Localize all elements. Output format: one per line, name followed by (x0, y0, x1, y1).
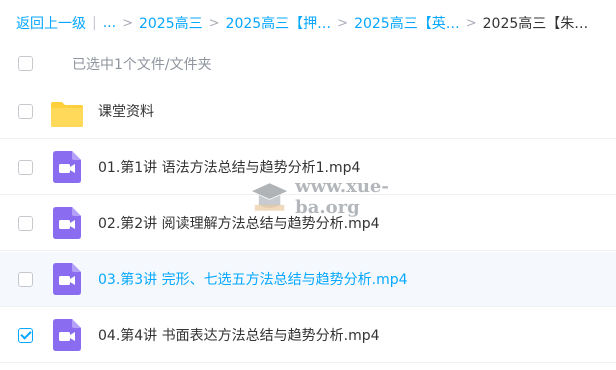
chevron-right-icon: > (337, 15, 349, 31)
file-row[interactable]: 03.第3讲 完形、七选五方法总结与趋势分析.mp4 (0, 252, 616, 307)
watermark-text: www.xue-ba.org (295, 176, 389, 218)
breadcrumb-current: 2025高三【朱… (482, 16, 589, 32)
folder-icon (51, 102, 83, 127)
video-file-icon (53, 263, 81, 295)
breadcrumb-ellipsis[interactable]: ... (103, 15, 116, 31)
file-name[interactable]: 课堂资料 (98, 101, 154, 121)
breadcrumb-item[interactable]: 2025高三 (139, 13, 203, 33)
file-row[interactable]: 04.第4讲 书面表达方法总结与趋势分析.mp4 (0, 308, 616, 363)
chevron-right-icon: > (465, 15, 477, 31)
selection-bar: 已选中1个文件/文件夹 (0, 46, 616, 82)
file-row[interactable]: 课堂资料 (0, 84, 616, 139)
watermark: www.xue-ba.org (250, 172, 450, 222)
chevron-right-icon: > (208, 15, 220, 31)
video-file-icon (53, 319, 81, 351)
graduation-cap-icon (251, 183, 288, 211)
video-file-icon (53, 207, 81, 239)
row-checkbox[interactable] (18, 104, 33, 119)
file-name[interactable]: 04.第4讲 书面表达方法总结与趋势分析.mp4 (98, 325, 380, 345)
breadcrumb-divider: | (92, 15, 97, 31)
row-checkbox[interactable] (18, 328, 33, 343)
chevron-right-icon: > (122, 15, 133, 31)
row-checkbox[interactable] (18, 216, 33, 231)
select-all-checkbox[interactable] (18, 56, 33, 71)
breadcrumb: 返回上一级 | ... > 2025高三 > 2025高三【押… > 2025高… (16, 12, 588, 34)
breadcrumb-item[interactable]: 2025高三【英… (354, 13, 460, 33)
file-name[interactable]: 03.第3讲 完形、七选五方法总结与趋势分析.mp4 (98, 269, 408, 289)
video-file-icon (53, 151, 81, 183)
selection-status: 已选中1个文件/文件夹 (72, 57, 212, 73)
row-checkbox[interactable] (18, 160, 33, 175)
row-checkbox[interactable] (18, 272, 33, 287)
back-link[interactable]: 返回上一级 (16, 13, 86, 33)
breadcrumb-item[interactable]: 2025高三【押… (226, 13, 332, 33)
